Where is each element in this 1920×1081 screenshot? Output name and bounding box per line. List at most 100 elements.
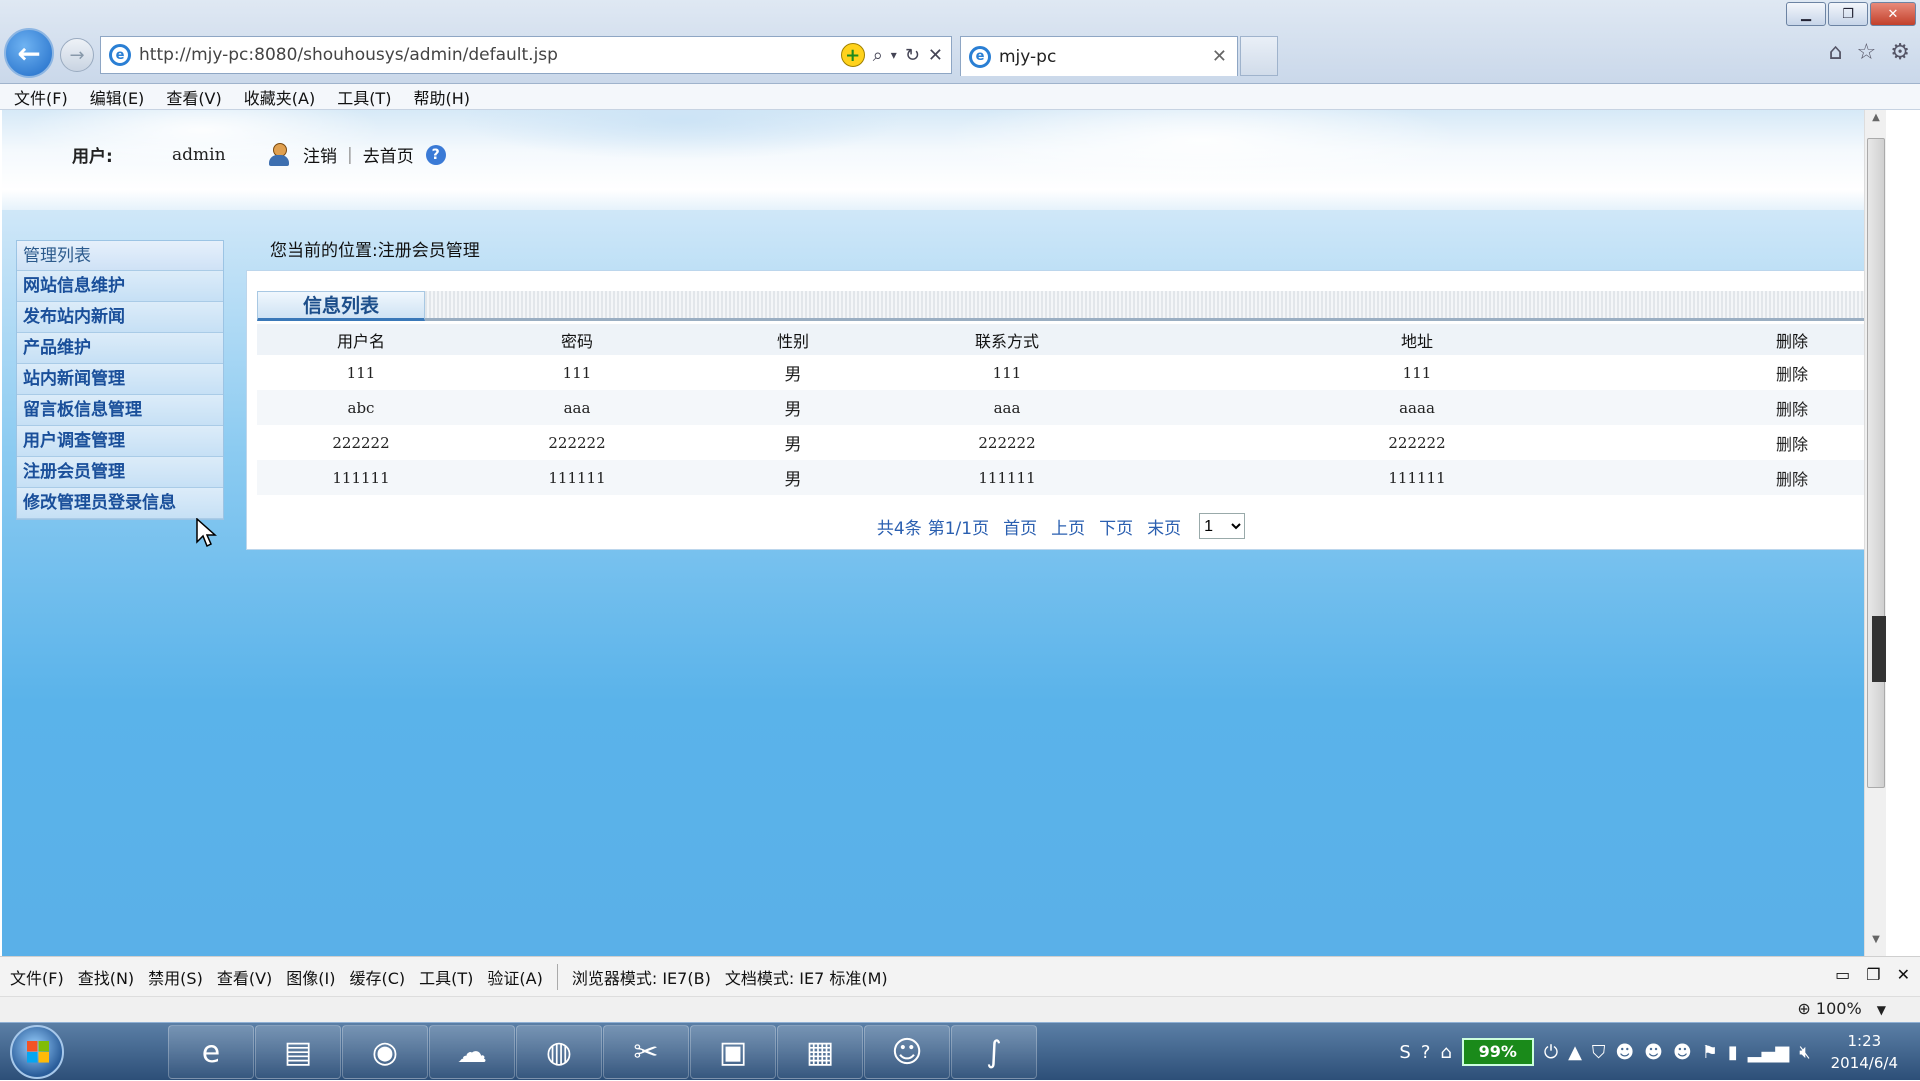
sidebar-item-guestbook[interactable]: 留言板信息管理: [17, 395, 223, 426]
tab-title: mjy-pc: [999, 46, 1057, 67]
devtools-grip[interactable]: [1872, 616, 1886, 682]
browser-tab[interactable]: e mjy-pc ✕: [960, 36, 1238, 76]
tab-info-list[interactable]: 信息列表: [257, 291, 425, 321]
dev-menu-disable[interactable]: 禁用(S): [148, 965, 203, 989]
menu-view[interactable]: 查看(V): [166, 85, 221, 109]
favorites-star-icon[interactable]: ☆: [1857, 40, 1877, 65]
qq-icon[interactable]: ☻: [1644, 1042, 1663, 1063]
delete-link[interactable]: 删除: [1717, 460, 1867, 495]
shield-icon[interactable]: ⛉: [1592, 1042, 1606, 1063]
help-tray-icon[interactable]: ?: [1421, 1042, 1431, 1063]
network-signal-icon[interactable]: ▂▄▆: [1748, 1042, 1790, 1063]
tab-close-icon[interactable]: ✕: [1212, 46, 1237, 67]
url-text[interactable]: http://mjy-pc:8080/shouhousys/admin/defa…: [139, 45, 841, 65]
help-icon[interactable]: ?: [425, 144, 446, 165]
qq-icon[interactable]: ☻: [1673, 1042, 1692, 1063]
forward-button[interactable]: →: [60, 38, 94, 72]
table-row: 111111 111111 男 111111 111111 删除: [257, 460, 1867, 495]
delete-link[interactable]: 删除: [1717, 390, 1867, 425]
sidebar-item-admin-login[interactable]: 修改管理员登录信息: [17, 488, 223, 519]
pager-first[interactable]: 首页: [1003, 514, 1037, 539]
pager-prev[interactable]: 上页: [1051, 514, 1085, 539]
menu-favorites[interactable]: 收藏夹(A): [244, 85, 315, 109]
sidebar-item-news-manage[interactable]: 站内新闻管理: [17, 364, 223, 395]
sidebar-item-publish-news[interactable]: 发布站内新闻: [17, 302, 223, 333]
logout-link[interactable]: 注销: [303, 142, 337, 167]
battery-indicator[interactable]: 99%: [1461, 1038, 1534, 1066]
browser-mode[interactable]: 浏览器模式: IE7(B): [572, 965, 711, 989]
computer-taskbar-icon[interactable]: ▣: [690, 1025, 776, 1079]
tools-taskbar-icon[interactable]: ✂: [603, 1025, 689, 1079]
new-tab-button[interactable]: [1240, 36, 1278, 76]
home-link[interactable]: 去首页: [363, 142, 414, 167]
device-icon[interactable]: ▮: [1728, 1042, 1738, 1063]
home-icon[interactable]: ⌂: [1829, 40, 1843, 65]
firefox-taskbar-icon[interactable]: ◍: [516, 1025, 602, 1079]
control-panel-taskbar-icon[interactable]: ▦: [777, 1025, 863, 1079]
minimize-icon[interactable]: ▁: [1786, 2, 1826, 26]
document-mode[interactable]: 文档模式: IE7 标准(M): [725, 965, 888, 989]
cell-sex: 男: [784, 435, 802, 455]
scroll-up-icon[interactable]: ▲: [1865, 112, 1886, 132]
vertical-scrollbar[interactable]: ▲ ▼: [1864, 110, 1886, 956]
dev-menu-find[interactable]: 查找(N): [78, 965, 134, 989]
compatibility-view-icon[interactable]: +: [840, 43, 865, 67]
character-app-taskbar-icon[interactable]: ☺: [864, 1025, 950, 1079]
script-app-taskbar-icon[interactable]: ∫: [951, 1025, 1037, 1079]
sidebar-item-survey[interactable]: 用户调查管理: [17, 426, 223, 457]
search-icon[interactable]: ⌕: [873, 45, 883, 66]
sidebar-item-members[interactable]: 注册会员管理: [17, 457, 223, 488]
system-tray: S ? ⌂ 99% ⏻ ▲ ⛉ ☻ ☻ ☻ ⚑ ▮ ▂▄▆ 🔇︎ 1:23 20…: [1399, 1023, 1912, 1081]
qq-icon[interactable]: ☻: [1615, 1042, 1634, 1063]
action-center-icon[interactable]: ⚑: [1702, 1042, 1718, 1063]
zoom-dropdown-icon[interactable]: ▼: [1877, 1003, 1886, 1017]
dev-menu-validate[interactable]: 验证(A): [487, 965, 542, 989]
network-app-taskbar-icon[interactable]: ☁: [429, 1025, 515, 1079]
address-bar[interactable]: e http://mjy-pc:8080/shouhousys/admin/de…: [100, 36, 952, 74]
scroll-thumb[interactable]: [1867, 138, 1885, 788]
refresh-icon[interactable]: ↻: [905, 45, 920, 66]
menu-help[interactable]: 帮助(H): [413, 85, 470, 109]
clock[interactable]: 1:23 2014/6/4: [1831, 1030, 1898, 1074]
green-browser-taskbar-icon[interactable]: ◉: [342, 1025, 428, 1079]
folder-taskbar-icon[interactable]: ▤: [255, 1025, 341, 1079]
undock-icon[interactable]: ❐: [1866, 965, 1880, 984]
menu-file[interactable]: 文件(F): [14, 85, 68, 109]
volume-muted-icon[interactable]: 🔇︎: [1799, 1042, 1810, 1063]
menu-tools[interactable]: 工具(T): [337, 85, 391, 109]
dev-menu-view[interactable]: 查看(V): [217, 965, 272, 989]
cell-username: 111111: [257, 460, 465, 495]
sidebar-item-site-info[interactable]: 网站信息维护: [17, 271, 223, 302]
dev-menu-file[interactable]: 文件(F): [10, 965, 64, 989]
back-button[interactable]: ←: [4, 28, 54, 78]
dock-icon[interactable]: ▭: [1835, 965, 1850, 984]
dropdown-icon[interactable]: ▾: [891, 48, 897, 62]
sidebar-item-products[interactable]: 产品维护: [17, 333, 223, 364]
page-select[interactable]: 1: [1199, 513, 1246, 539]
pager-next[interactable]: 下页: [1099, 514, 1133, 539]
start-button[interactable]: [10, 1025, 64, 1079]
language-tray-icon[interactable]: ⌂: [1440, 1042, 1451, 1063]
delete-link[interactable]: 删除: [1717, 425, 1867, 460]
ie-taskbar-icon[interactable]: e: [168, 1025, 254, 1079]
menu-edit[interactable]: 编辑(E): [90, 85, 145, 109]
cell-address: 222222: [1388, 433, 1446, 452]
restore-icon[interactable]: ❐: [1828, 2, 1868, 26]
scroll-down-icon[interactable]: ▼: [1865, 934, 1886, 954]
pager-last[interactable]: 末页: [1147, 514, 1181, 539]
dev-menu-tools[interactable]: 工具(T): [419, 965, 473, 989]
cell-password: aaa: [465, 390, 689, 425]
show-hidden-icons[interactable]: ▲: [1568, 1042, 1582, 1063]
input-method-icon[interactable]: S: [1399, 1042, 1410, 1063]
close-window-icon[interactable]: ✕: [1870, 2, 1916, 26]
stop-icon[interactable]: ✕: [928, 45, 943, 66]
tab-ie-icon: e: [969, 45, 991, 68]
delete-link[interactable]: 删除: [1717, 355, 1867, 390]
gear-icon[interactable]: ⚙: [1890, 40, 1910, 65]
member-table: 用户名 密码 性别 联系方式 地址 删除 111 111 男 111 111 删…: [257, 324, 1867, 495]
zoom-level[interactable]: ⊕ 100% ▼: [1797, 999, 1886, 1018]
power-plug-icon[interactable]: ⏻: [1544, 1042, 1558, 1063]
devbar-close-icon[interactable]: ✕: [1897, 965, 1910, 984]
dev-menu-cache[interactable]: 缓存(C): [349, 965, 405, 989]
dev-menu-images[interactable]: 图像(I): [286, 965, 335, 989]
